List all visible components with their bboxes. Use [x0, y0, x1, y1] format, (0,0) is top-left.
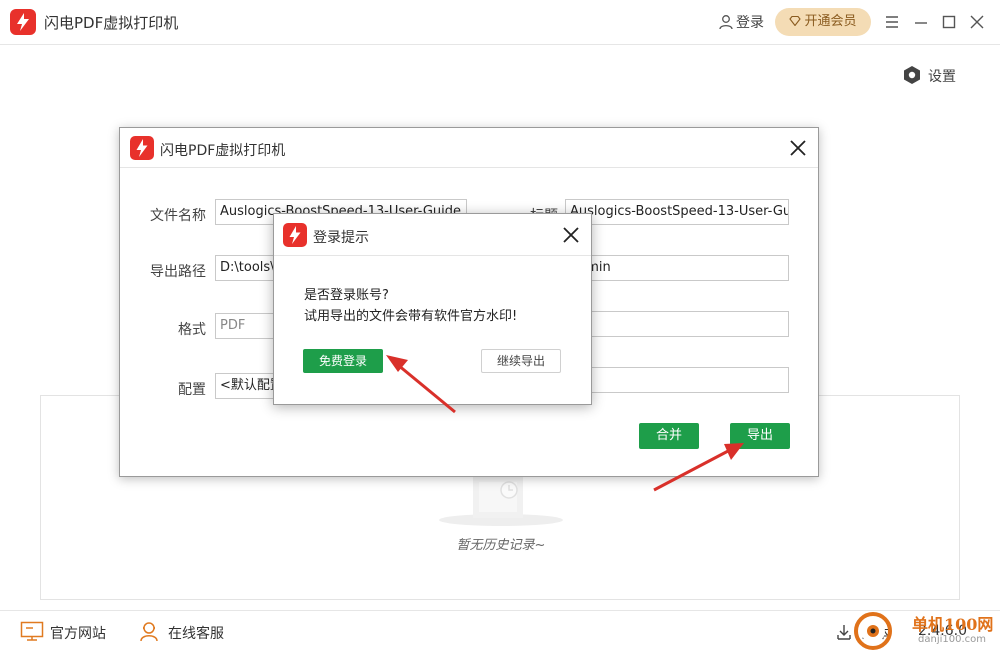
minimize-icon[interactable]	[911, 12, 931, 32]
author-field[interactable]: admin	[565, 255, 789, 281]
watermark-text: 单机100网	[912, 615, 994, 634]
app-logo	[10, 9, 36, 35]
menu-icon[interactable]	[882, 12, 902, 32]
login-prompt-question: 是否登录账号?	[304, 288, 389, 303]
export-button[interactable]: 导出	[730, 423, 790, 449]
export-path-label: 导出路径	[150, 264, 206, 280]
settings-label: 设置	[928, 69, 956, 85]
diamond-icon	[789, 16, 802, 26]
close-icon[interactable]	[967, 12, 987, 32]
vip-button[interactable]: 开通会员	[775, 8, 871, 36]
watermark-logo-icon	[854, 612, 892, 650]
empty-history-icon	[439, 476, 563, 526]
online-support-link[interactable]: 在线客服	[140, 622, 224, 643]
app-title: 闪电PDF虚拟打印机	[44, 14, 179, 32]
file-name-label: 文件名称	[150, 208, 206, 224]
settings-icon	[904, 66, 920, 84]
merge-button[interactable]: 合并	[639, 423, 699, 449]
login-prompt-warning: 试用导出的文件会带有软件官方水印!	[304, 309, 518, 324]
monitor-icon	[20, 621, 44, 641]
maximize-icon[interactable]	[939, 12, 959, 32]
format-label: 格式	[178, 322, 206, 338]
title-bar: 闪电PDF虚拟打印机 登录 开通会员	[0, 0, 1000, 45]
title-field[interactable]: Auslogics-BoostSpeed-13-User-Guide	[565, 199, 789, 225]
print-dialog-header: 闪电PDF虚拟打印机	[120, 128, 818, 168]
download-icon[interactable]	[836, 623, 852, 641]
vip-label: 开通会员	[804, 14, 857, 29]
bottom-bar: 官方网站 在线客服 版本 2.4.6.0	[0, 610, 1000, 650]
free-login-button[interactable]: 免费登录	[303, 349, 383, 373]
login-link[interactable]: 登录	[718, 12, 764, 32]
website-label: 官方网站	[50, 626, 106, 642]
close-icon[interactable]	[787, 137, 809, 159]
keywords-field[interactable]	[565, 367, 789, 393]
login-prompt-title: 登录提示	[313, 230, 369, 246]
login-prompt-dialog: 登录提示 是否登录账号? 试用导出的文件会带有软件官方水印! 免费登录 继续导出	[273, 213, 592, 405]
close-icon[interactable]	[560, 224, 582, 246]
subject-field[interactable]	[565, 311, 789, 337]
continue-export-button[interactable]: 继续导出	[481, 349, 561, 373]
app-logo	[130, 136, 154, 160]
support-label: 在线客服	[168, 626, 224, 642]
official-website-link[interactable]: 官方网站	[20, 621, 106, 643]
settings-button[interactable]: 设置	[902, 65, 956, 86]
watermark-subtext: danji100.com	[918, 634, 986, 645]
app-logo	[283, 223, 307, 247]
login-prompt-header: 登录提示	[274, 214, 591, 256]
print-dialog-title: 闪电PDF虚拟打印机	[160, 143, 286, 159]
config-label: 配置	[178, 382, 206, 398]
user-icon	[719, 15, 733, 30]
support-icon	[140, 622, 158, 642]
empty-history-text: 暂无历史记录~	[456, 538, 546, 553]
login-label: 登录	[736, 15, 764, 31]
